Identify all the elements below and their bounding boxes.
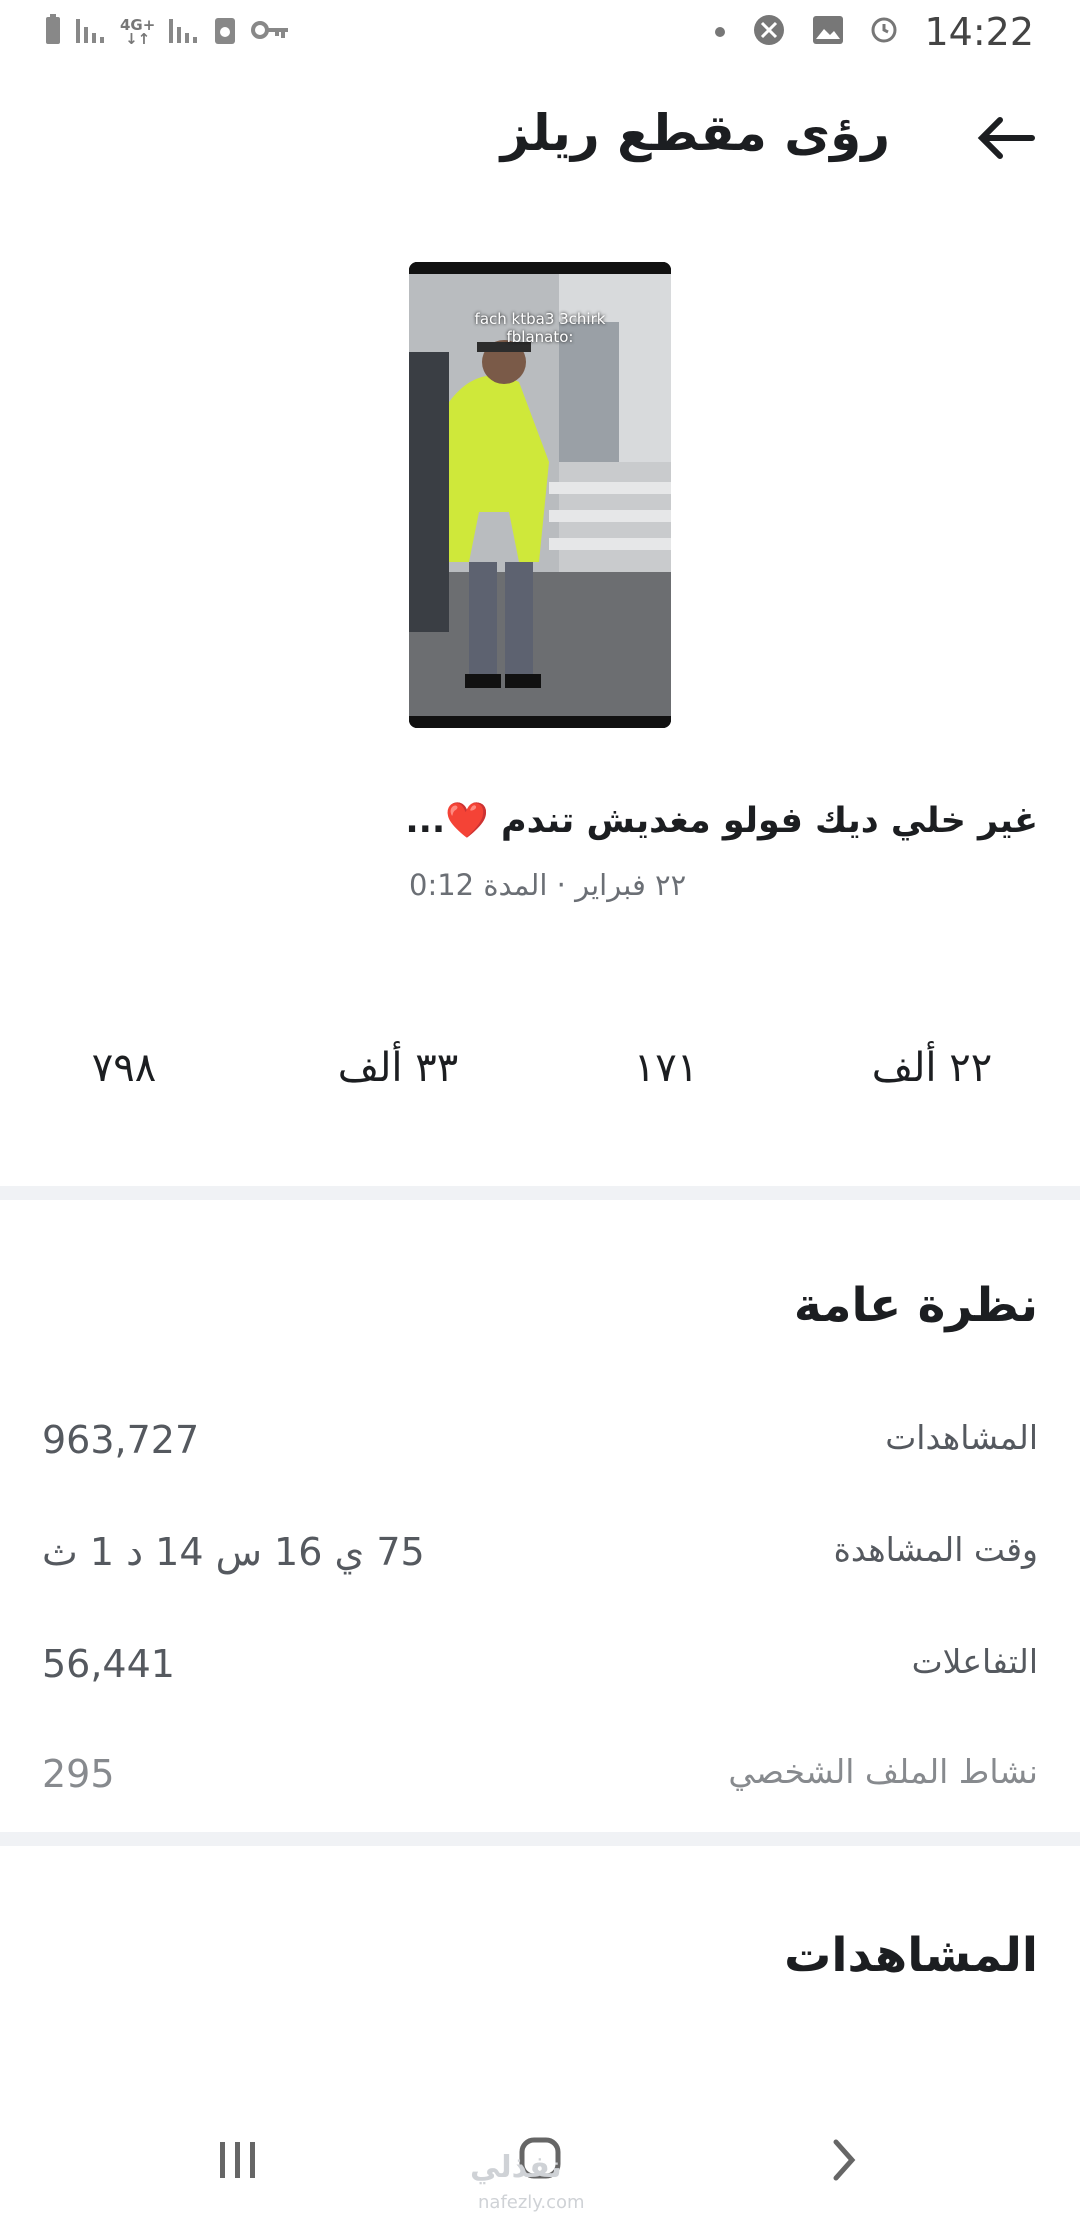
engagement-stats: ٢٢ ألف ١٧١ ٣٣ ألف ٧٩٨ xyxy=(0,1045,1080,1125)
reel-caption: غير خلي ديك فولو مغديش تندم ❤️... xyxy=(405,801,1038,841)
watermark-logo: نفذلي xyxy=(470,2150,562,2185)
status-icons-left: 4G+ ↓↑ xyxy=(44,14,291,50)
thumbnail-text-line1: fach ktba3 3chirk xyxy=(474,310,606,328)
arrow-back-icon xyxy=(977,117,1035,159)
recent-apps-button[interactable] xyxy=(198,2130,278,2190)
back-nav-button[interactable] xyxy=(804,2130,884,2190)
battery-icon xyxy=(44,14,62,50)
section-divider xyxy=(0,1186,1080,1200)
stat-shares: ٣٣ ألف xyxy=(337,1045,459,1091)
top-app-bar: رؤى مقطع ريلز xyxy=(0,90,1080,190)
storage-icon xyxy=(213,14,237,50)
gallery-icon xyxy=(812,15,844,49)
section-divider-2 xyxy=(0,1832,1080,1846)
row-watch-time-value: 75 ي 16 س 14 د 1 ث xyxy=(42,1530,425,1574)
clock: 14:22 xyxy=(924,10,1034,54)
stat-saves: ٧٩٨ xyxy=(91,1045,157,1091)
row-profile-activity-label: نشاط الملف الشخصي xyxy=(728,1752,1038,1791)
thumbnail-overlay-text: fach ktba3 3chirk fblanato: xyxy=(409,310,671,346)
views-section-title: المشاهدات xyxy=(784,1928,1038,1983)
overview-title: نظرة عامة xyxy=(793,1278,1038,1333)
status-icons-right: 14:22 xyxy=(714,10,1034,54)
back-chevron-icon xyxy=(833,2139,856,2181)
signal-2-icon xyxy=(169,15,199,49)
row-views-value: 963,727 xyxy=(42,1418,200,1462)
vpn-key-icon xyxy=(251,18,291,46)
recent-apps-icon xyxy=(220,2142,255,2178)
dot-icon xyxy=(714,23,726,42)
row-views-label: المشاهدات xyxy=(885,1418,1038,1457)
row-interactions-label: التفاعلات xyxy=(911,1642,1038,1681)
reel-meta: ٢٢ فبراير · المدة 0:12 xyxy=(409,868,687,902)
row-interactions-value: 56,441 xyxy=(42,1642,175,1686)
network-type-label: 4G+ xyxy=(120,16,156,34)
row-profile-activity: نشاط الملف الشخصي 295 xyxy=(0,1740,1080,1800)
row-profile-activity-value: 295 xyxy=(42,1752,115,1796)
browser-icon xyxy=(752,13,786,51)
row-watch-time-label: وقت المشاهدة xyxy=(833,1530,1038,1569)
status-bar: 4G+ ↓↑ 14:22 xyxy=(0,0,1080,64)
thumbnail-text-line2: fblanato: xyxy=(506,328,574,346)
stat-likes: ٢٢ ألف xyxy=(871,1045,993,1091)
page-title: رؤى مقطع ريلز xyxy=(500,104,890,162)
signal-icon xyxy=(76,15,106,49)
back-button[interactable] xyxy=(970,102,1042,174)
alarm-icon xyxy=(870,16,898,48)
reel-thumbnail[interactable]: fach ktba3 3chirk fblanato: xyxy=(409,262,671,728)
stat-comments: ١٧١ xyxy=(633,1045,699,1091)
watermark-url: nafezly.com xyxy=(478,2192,585,2213)
network-4g-icon: 4G+ ↓↑ xyxy=(120,16,156,48)
